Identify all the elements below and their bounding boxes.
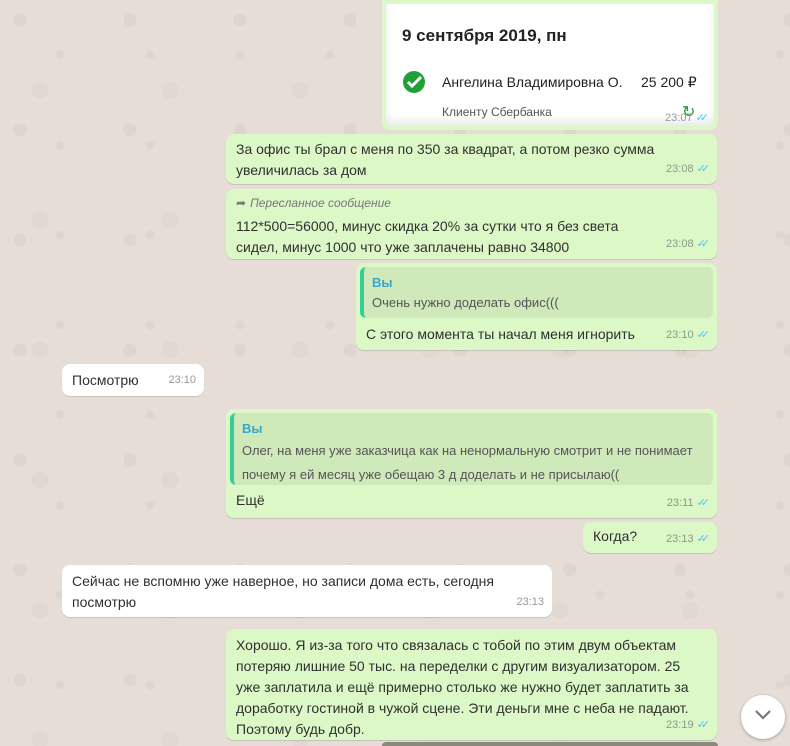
double-check-icon: ✓✓ (696, 719, 711, 731)
message-meta: 23:13 (516, 596, 544, 608)
message-meta: 23:11 ✓✓ (667, 493, 711, 514)
message-text: 112*500=56000, минус скидка 20% за сутки… (236, 218, 619, 255)
double-check-icon: ✓✓ (696, 329, 711, 341)
chevron-down-icon (754, 708, 772, 726)
message-text: Ещё (236, 492, 265, 508)
quote-author: Вы (372, 275, 393, 290)
incoming-message[interactable]: Сейчас не вспомню уже наверное, но запис… (62, 565, 552, 617)
sberbank-logo-icon (402, 70, 426, 94)
quote-text: Очень нужно доделать офис((( (372, 295, 559, 310)
receipt-date: 9 сентября 2019, пн (402, 26, 567, 45)
quote-text: Олег, на меня уже заказчица как на ненор… (242, 443, 693, 482)
message-meta: 23:08 ✓✓ (666, 234, 711, 255)
quote-author: Вы (242, 421, 263, 436)
receipt-recipient: Ангелина Владимировна О. (442, 74, 623, 90)
forward-arrow-icon: ➦ (236, 196, 247, 210)
outgoing-reply-message[interactable]: Вы Олег, на меня уже заказчица как на не… (226, 409, 717, 518)
forwarded-label-text: Пересланное сообщение (250, 196, 391, 210)
double-check-icon: ✓✓ (696, 238, 711, 250)
message-meta: 23:10 (168, 374, 196, 386)
message-meta: 23:07 ✓✓ (665, 111, 710, 125)
quoted-message[interactable]: Вы Олег, на меня уже заказчица как на не… (230, 413, 713, 485)
message-meta: 23:08 ✓✓ (666, 159, 711, 180)
outgoing-message[interactable]: Когда? 23:13 ✓✓ (583, 522, 717, 553)
outgoing-message[interactable]: Хорошо. Я из-за того что связалась с тоб… (226, 629, 717, 740)
receipt-image[interactable]: 9 сентября 2019, пн Ангелина Владимировн… (386, 4, 714, 126)
receipt-message[interactable]: 9 сентября 2019, пн Ангелина Владимировн… (382, 0, 718, 130)
double-check-icon: ✓✓ (696, 497, 711, 509)
message-meta: 23:19 ✓✓ (666, 715, 711, 736)
quoted-message[interactable]: Вы Очень нужно доделать офис((( (360, 267, 713, 318)
outgoing-message[interactable]: За офис ты брал с меня по 350 за квадрат… (226, 134, 717, 184)
forwarded-label: ➦ Пересланное сообщение (226, 189, 717, 214)
next-message-peek (382, 742, 718, 746)
message-text: За офис ты брал с меня по 350 за квадрат… (236, 141, 655, 178)
scroll-to-bottom-button[interactable] (741, 695, 785, 739)
message-meta: 23:13 ✓✓ (666, 529, 711, 550)
incoming-message[interactable]: Посмотрю 23:10 (62, 364, 204, 396)
message-text: Сейчас не вспомню уже наверное, но запис… (72, 573, 494, 610)
double-check-icon: ✓✓ (696, 533, 711, 545)
message-text: С этого момента ты начал меня игнорить (366, 326, 635, 342)
message-meta: 23:10 ✓✓ (666, 325, 711, 346)
receipt-amount: 25 200 ₽ (641, 74, 697, 90)
receipt-note: Клиенту Сбербанка (442, 105, 552, 119)
outgoing-forwarded-message[interactable]: ➦ Пересланное сообщение 112*500=56000, м… (226, 189, 717, 259)
outgoing-reply-message[interactable]: Вы Очень нужно доделать офис((( С этого … (356, 263, 717, 350)
message-text: Хорошо. Я из-за того что связалась с тоб… (236, 637, 689, 737)
double-check-icon: ✓✓ (695, 112, 710, 124)
double-check-icon: ✓✓ (696, 163, 711, 175)
